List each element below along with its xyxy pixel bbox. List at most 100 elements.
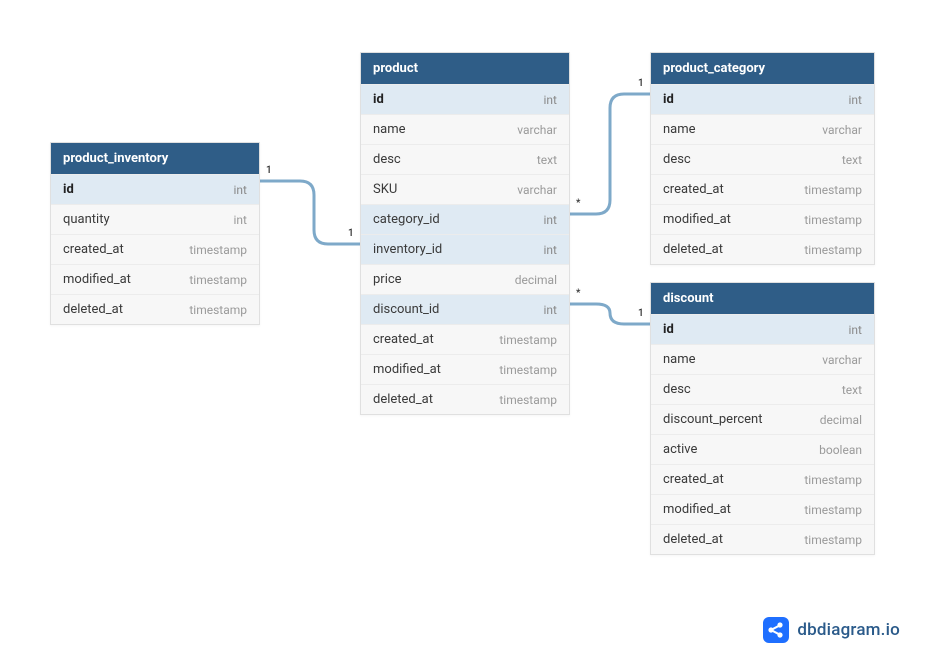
table-row[interactable]: created_at timestamp (51, 234, 259, 264)
table-row[interactable]: discount_id int (361, 294, 569, 324)
column-type: timestamp (189, 303, 247, 317)
cardinality-label: * (576, 198, 580, 209)
column-type: timestamp (804, 473, 862, 487)
column-name: created_at (63, 242, 124, 257)
column-name: id (663, 92, 674, 107)
table-row[interactable]: desc text (651, 144, 874, 174)
column-type: timestamp (189, 273, 247, 287)
table-row[interactable]: price decimal (361, 264, 569, 294)
column-type: int (849, 93, 862, 107)
column-type: varchar (517, 123, 557, 137)
table-row[interactable]: deleted_at timestamp (361, 384, 569, 414)
table-discount[interactable]: discount id int name varchar desc text d… (650, 282, 875, 555)
column-type: text (842, 383, 862, 397)
table-row[interactable]: quantity int (51, 204, 259, 234)
column-name: modified_at (373, 362, 441, 377)
column-name: modified_at (663, 212, 731, 227)
column-name: quantity (63, 212, 110, 227)
column-name: price (373, 272, 402, 287)
table-header: product_inventory (51, 143, 259, 174)
column-name: inventory_id (373, 242, 442, 257)
column-type: boolean (819, 443, 862, 457)
table-row[interactable]: name varchar (651, 344, 874, 374)
column-name: created_at (663, 182, 724, 197)
table-row[interactable]: desc text (361, 144, 569, 174)
table-row[interactable]: id int (51, 174, 259, 204)
column-name: desc (663, 382, 691, 397)
column-type: timestamp (804, 533, 862, 547)
share-icon (763, 617, 789, 643)
column-type: int (544, 303, 557, 317)
table-row[interactable]: deleted_at timestamp (651, 234, 874, 264)
column-name: name (663, 122, 696, 137)
column-type: varchar (517, 183, 557, 197)
table-row[interactable]: created_at timestamp (651, 464, 874, 494)
column-name: id (63, 182, 74, 197)
table-row[interactable]: modified_at timestamp (51, 264, 259, 294)
column-name: deleted_at (663, 242, 723, 257)
table-row[interactable]: modified_at timestamp (651, 204, 874, 234)
table-row[interactable]: active boolean (651, 434, 874, 464)
table-row[interactable]: id int (361, 84, 569, 114)
column-type: text (842, 153, 862, 167)
column-name: name (373, 122, 406, 137)
column-name: desc (373, 152, 401, 167)
brand-text: dbdiagram.io (797, 620, 900, 640)
table-row[interactable]: modified_at timestamp (361, 354, 569, 384)
table-row[interactable]: created_at timestamp (651, 174, 874, 204)
cardinality-label: 1 (348, 228, 354, 239)
cardinality-label: 1 (266, 165, 272, 176)
table-product[interactable]: product id int name varchar desc text SK… (360, 52, 570, 415)
table-product-inventory[interactable]: product_inventory id int quantity int cr… (50, 142, 260, 325)
column-type: timestamp (499, 393, 557, 407)
column-name: active (663, 442, 697, 457)
column-type: timestamp (804, 503, 862, 517)
column-name: name (663, 352, 696, 367)
table-row[interactable]: inventory_id int (361, 234, 569, 264)
cardinality-label: 1 (638, 78, 644, 89)
column-type: timestamp (804, 213, 862, 227)
column-name: desc (663, 152, 691, 167)
column-type: int (544, 213, 557, 227)
column-name: created_at (373, 332, 434, 347)
table-product-category[interactable]: product_category id int name varchar des… (650, 52, 875, 265)
table-row[interactable]: deleted_at timestamp (51, 294, 259, 324)
column-type: timestamp (499, 363, 557, 377)
column-name: modified_at (63, 272, 131, 287)
table-row[interactable]: id int (651, 314, 874, 344)
column-type: timestamp (804, 183, 862, 197)
column-name: category_id (373, 212, 440, 227)
table-row[interactable]: discount_percent decimal (651, 404, 874, 434)
table-header: product (361, 53, 569, 84)
column-type: decimal (820, 413, 862, 427)
table-row[interactable]: desc text (651, 374, 874, 404)
column-type: timestamp (189, 243, 247, 257)
table-row[interactable]: name varchar (651, 114, 874, 144)
column-type: text (537, 153, 557, 167)
column-type: decimal (515, 273, 557, 287)
table-row[interactable]: id int (651, 84, 874, 114)
column-name: deleted_at (373, 392, 433, 407)
column-type: int (849, 323, 862, 337)
column-name: modified_at (663, 502, 731, 517)
table-row[interactable]: modified_at timestamp (651, 494, 874, 524)
column-name: deleted_at (63, 302, 123, 317)
table-row[interactable]: created_at timestamp (361, 324, 569, 354)
er-diagram-canvas[interactable]: product_inventory id int quantity int cr… (0, 0, 926, 661)
column-name: created_at (663, 472, 724, 487)
table-row[interactable]: category_id int (361, 204, 569, 234)
cardinality-label: * (576, 288, 580, 299)
brand-logo[interactable]: dbdiagram.io (763, 617, 900, 643)
column-name: id (373, 92, 384, 107)
column-type: timestamp (499, 333, 557, 347)
table-row[interactable]: name varchar (361, 114, 569, 144)
column-type: varchar (822, 353, 862, 367)
column-name: id (663, 322, 674, 337)
column-type: varchar (822, 123, 862, 137)
table-header: product_category (651, 53, 874, 84)
column-type: int (544, 243, 557, 257)
table-row[interactable]: deleted_at timestamp (651, 524, 874, 554)
column-type: int (544, 93, 557, 107)
table-row[interactable]: SKU varchar (361, 174, 569, 204)
column-type: timestamp (804, 243, 862, 257)
